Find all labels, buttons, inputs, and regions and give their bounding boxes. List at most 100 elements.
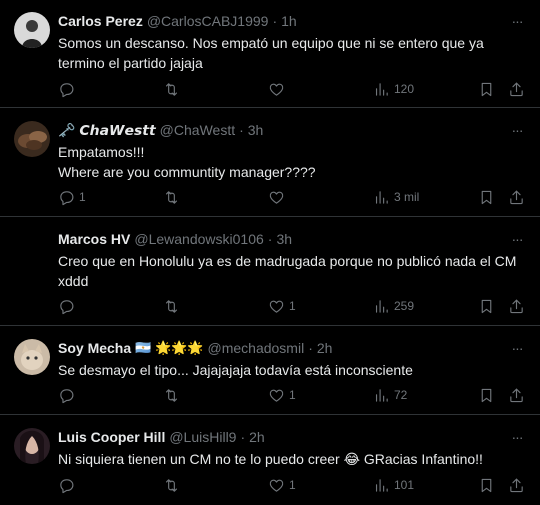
tweet[interactable]: Marcos HV @Lewandowski0106 · 3h ··· Creo… (0, 218, 540, 326)
avatar[interactable] (14, 428, 50, 464)
reply-button[interactable]: 1 (58, 188, 86, 206)
tweet-header: Carlos Perez @CarlosCABJ1999 · 1h (58, 12, 297, 30)
display-name[interactable]: Carlos Perez (58, 12, 143, 30)
views-count: 101 (394, 478, 415, 492)
reply-icon (60, 82, 74, 97)
bookmark-icon (481, 478, 492, 492)
bookmark-icon (481, 388, 492, 402)
display-name[interactable]: Marcos HV (58, 230, 130, 248)
like-button[interactable] (268, 188, 285, 206)
reply-icon (60, 299, 74, 314)
views-icon (375, 299, 388, 313)
retweet-button[interactable] (163, 297, 180, 315)
reply-icon (60, 190, 74, 205)
reply-button[interactable] (58, 80, 75, 98)
tweet[interactable]: Carlos Perez @CarlosCABJ1999 · 1h ··· So… (0, 0, 540, 108)
retweet-icon (165, 478, 178, 492)
like-count: 1 (289, 478, 296, 492)
views-button[interactable]: 120 (373, 80, 414, 98)
avatar[interactable] (14, 12, 50, 48)
share-icon (510, 299, 523, 313)
user-handle[interactable]: @ChaWestt (160, 121, 235, 139)
display-name[interactable]: Soy Mecha (58, 339, 131, 357)
tweet-header: Luis Cooper Hill @LuisHill9 · 2h (58, 428, 265, 446)
tweet-header: Soy Mecha 🇦🇷 🌟🌟🌟 @mechadosmil · 2h (58, 339, 332, 357)
bookmark-icon (481, 299, 492, 313)
share-button[interactable] (508, 476, 525, 494)
timestamp[interactable]: 3h (276, 230, 292, 248)
reply-count: 1 (79, 190, 86, 204)
avatar[interactable] (14, 230, 50, 266)
views-icon (375, 478, 388, 492)
reply-button[interactable] (58, 476, 75, 494)
share-icon (510, 190, 523, 204)
bookmark-button[interactable] (478, 476, 495, 494)
heart-icon (269, 83, 284, 96)
reply-button[interactable] (58, 386, 75, 404)
avatar[interactable] (14, 339, 50, 375)
separator-dot: · (308, 340, 313, 356)
share-icon (510, 388, 523, 402)
tweet-header: 🗝️ 𝘾𝙝𝙖𝙒𝙚𝙨𝙩𝙩 @ChaWestt · 3h (58, 121, 263, 139)
bookmark-button[interactable] (478, 80, 495, 98)
share-button[interactable] (508, 386, 525, 404)
bookmark-button[interactable] (478, 386, 495, 404)
views-button[interactable]: 101 (373, 476, 414, 494)
share-button[interactable] (508, 297, 525, 315)
heart-icon (269, 191, 284, 204)
views-button[interactable]: 3 mil (373, 188, 419, 206)
retweet-button[interactable] (163, 80, 180, 98)
like-button[interactable] (268, 80, 285, 98)
tweet-text: Somos un descanso. Nos empató un equipo … (58, 35, 484, 71)
tweet[interactable]: Luis Cooper Hill @LuisHill9 · 2h ··· Ni … (0, 416, 540, 505)
separator-dot: · (267, 231, 273, 247)
views-button[interactable]: 259 (373, 297, 414, 315)
share-icon (510, 478, 523, 492)
more-icon[interactable]: ··· (508, 339, 526, 357)
name-emoji: 🇦🇷 🌟🌟🌟 (135, 340, 204, 355)
like-button[interactable]: 1 (268, 386, 296, 404)
action-bar: 1 3 mil (58, 188, 528, 206)
heart-icon (269, 389, 284, 402)
more-icon[interactable]: ··· (508, 428, 526, 446)
share-icon (510, 82, 523, 96)
reply-button[interactable] (58, 297, 75, 315)
timestamp[interactable]: 1h (281, 12, 297, 30)
views-button[interactable]: 72 (373, 386, 407, 404)
views-icon (375, 82, 388, 96)
action-bar: 1 72 (58, 386, 528, 404)
action-bar: 1 101 (58, 476, 528, 494)
separator-dot: · (239, 122, 244, 138)
retweet-button[interactable] (163, 386, 180, 404)
views-count: 3 mil (394, 190, 420, 204)
tweet[interactable]: Soy Mecha 🇦🇷 🌟🌟🌟 @mechadosmil · 2h ··· S… (0, 327, 540, 415)
avatar[interactable] (14, 121, 50, 157)
timestamp[interactable]: 2h (249, 428, 265, 446)
heart-icon (269, 300, 284, 313)
share-button[interactable] (508, 188, 525, 206)
user-handle[interactable]: @mechadosmil (208, 339, 305, 357)
like-button[interactable]: 1 (268, 476, 296, 494)
share-button[interactable] (508, 80, 525, 98)
reply-feed: Carlos Perez @CarlosCABJ1999 · 1h ··· So… (0, 0, 540, 505)
more-icon[interactable]: ··· (508, 230, 526, 248)
retweet-icon (165, 190, 178, 204)
like-button[interactable]: 1 (268, 297, 296, 315)
views-icon (375, 388, 388, 402)
retweet-button[interactable] (163, 476, 180, 494)
user-handle[interactable]: @CarlosCABJ1999 (147, 12, 269, 30)
more-icon[interactable]: ··· (508, 12, 526, 30)
bookmark-button[interactable] (478, 188, 495, 206)
retweet-icon (165, 388, 178, 402)
retweet-button[interactable] (163, 188, 180, 206)
bookmark-button[interactable] (478, 297, 495, 315)
timestamp[interactable]: 2h (317, 339, 333, 357)
display-name[interactable]: 🗝️ 𝘾𝙝𝙖𝙒𝙚𝙨𝙩𝙩 (58, 121, 156, 139)
tweet[interactable]: 🗝️ 𝘾𝙝𝙖𝙒𝙚𝙨𝙩𝙩 @ChaWestt · 3h ··· Empatamos… (0, 109, 540, 217)
display-name[interactable]: Luis Cooper Hill (58, 428, 165, 446)
user-handle[interactable]: @LuisHill9 (169, 428, 236, 446)
user-handle[interactable]: @Lewandowski0106 (134, 230, 263, 248)
separator-dot: · (272, 13, 278, 29)
more-icon[interactable]: ··· (508, 121, 526, 139)
timestamp[interactable]: 3h (248, 121, 264, 139)
